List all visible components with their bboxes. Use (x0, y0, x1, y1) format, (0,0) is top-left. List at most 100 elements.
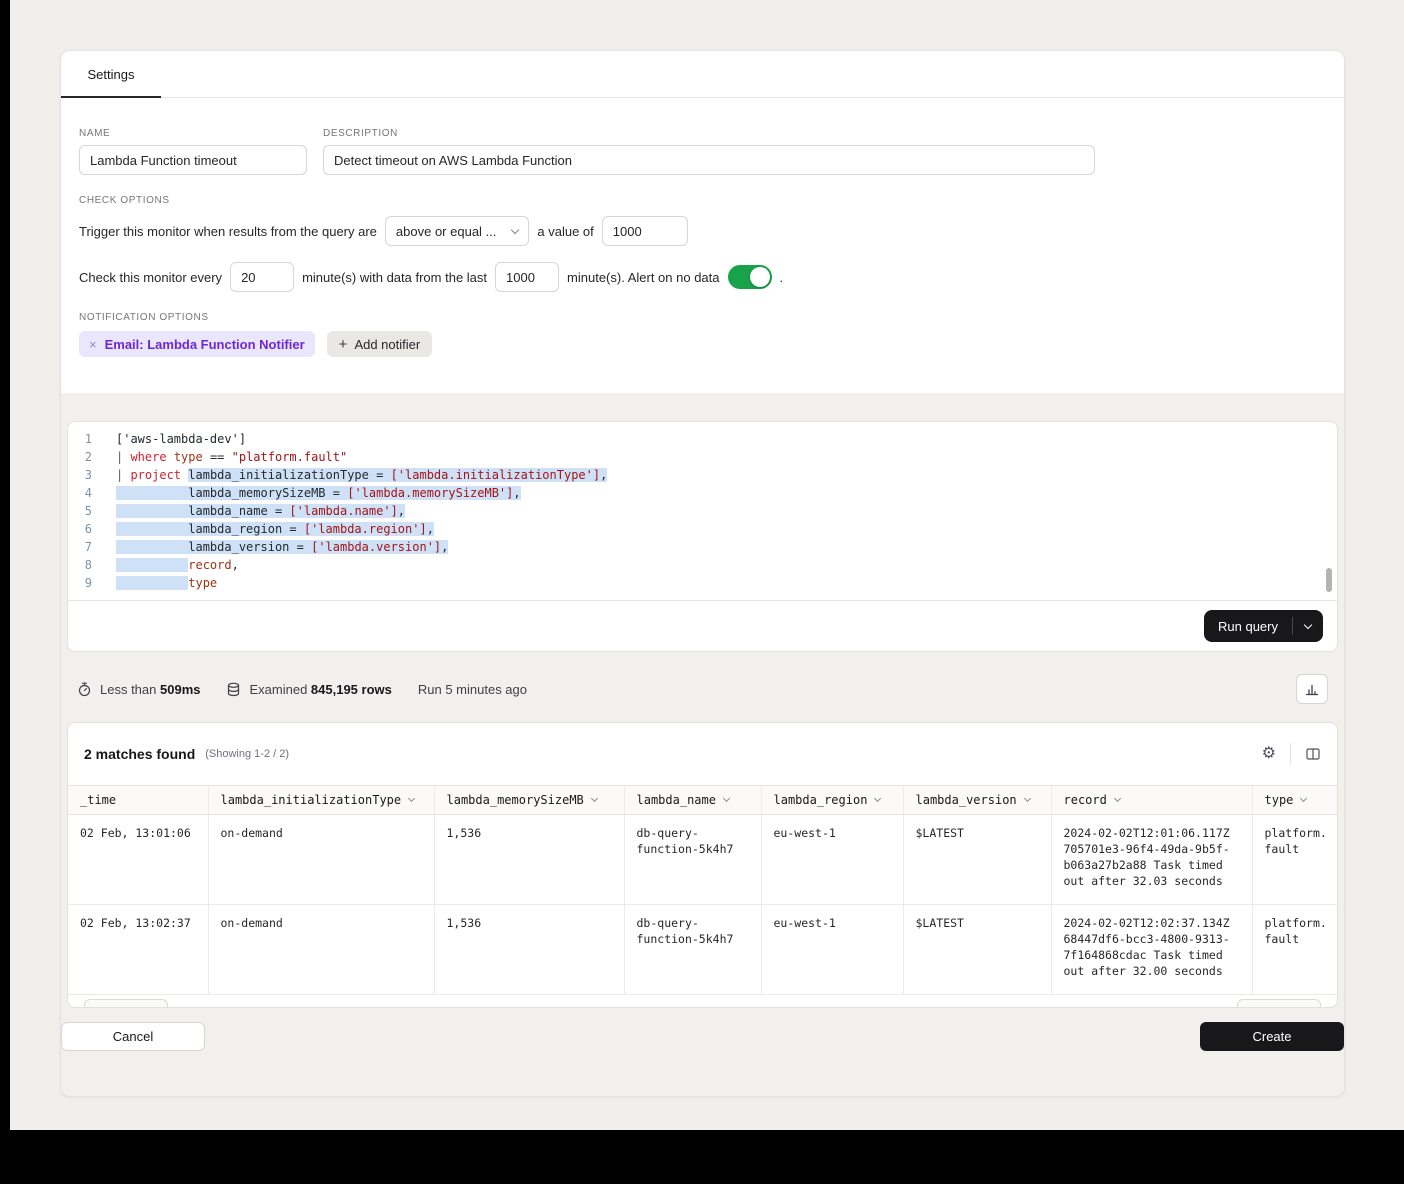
check-text-1: Check this monitor every (79, 270, 222, 285)
query-editor[interactable]: 1['aws-lambda-dev']2 | where type == "pla… (68, 422, 1337, 600)
table-cell: $LATEST (903, 815, 1051, 905)
line-number: 6 (68, 520, 92, 538)
results-card: 2 matches found (Showing 1-2 / 2) ⚙ (67, 722, 1338, 1008)
examined-text: Examined 845,195 rows (249, 682, 391, 697)
latency-stat: Less than 509ms (77, 682, 200, 697)
column-header-lambda_region[interactable]: lambda_region (761, 786, 903, 815)
database-icon (226, 682, 241, 697)
table-cell: 02 Feb, 13:02:37 (68, 905, 208, 995)
chevron-down-icon (591, 795, 598, 802)
code-line[interactable]: 8 record, (68, 556, 1337, 574)
add-notifier-button[interactable]: + Add notifier (327, 331, 433, 357)
table-columns-icon[interactable] (1305, 746, 1321, 762)
table-row[interactable]: 02 Feb, 13:01:06on-demand1,536db-query-f… (68, 815, 1338, 905)
code-text: lambda_version = ['lambda.version'], (116, 538, 1337, 556)
notification-options-label: NOTIFICATION OPTIONS (79, 312, 1326, 323)
toggle-knob (750, 267, 770, 287)
code-text: record, (116, 556, 1337, 574)
column-header-type[interactable]: type (1252, 786, 1338, 815)
query-section: 1['aws-lambda-dev']2 | where type == "pla… (61, 393, 1344, 1096)
examined-value: 845,195 rows (311, 682, 392, 697)
comparison-select[interactable]: above or equal ... (385, 216, 529, 246)
column-label: lambda_region (774, 793, 868, 807)
code-text: lambda_memorySizeMB = ['lambda.memorySiz… (116, 484, 1337, 502)
check-text-3: minute(s). Alert on no data (567, 270, 719, 285)
create-button[interactable]: Create (1200, 1022, 1344, 1051)
table-cell: $LATEST (903, 905, 1051, 995)
notifier-chip-label: Email: Lambda Function Notifier (105, 337, 305, 352)
code-line[interactable]: 4 lambda_memorySizeMB = ['lambda.memoryS… (68, 484, 1337, 502)
tab-settings[interactable]: Settings (61, 51, 161, 97)
cancel-button[interactable]: Cancel (61, 1022, 205, 1051)
code-line[interactable]: 9 type (68, 574, 1337, 592)
settings-form: NAME DESCRIPTION CHECK OPTIONS Trigger t… (61, 98, 1344, 393)
divider (1290, 743, 1291, 765)
stopwatch-icon (77, 682, 92, 697)
editor-footer: Run query (68, 600, 1337, 651)
code-line[interactable]: 3| project lambda_initializationType = [… (68, 466, 1337, 484)
add-notifier-label: Add notifier (354, 337, 420, 352)
column-header-lambda_memorySizeMB[interactable]: lambda_memorySizeMB (434, 786, 624, 815)
table-cell: on-demand (208, 905, 434, 995)
threshold-input[interactable] (602, 216, 688, 246)
editor-scrollbar-thumb[interactable] (1326, 568, 1332, 592)
table-cell: platform.fault (1252, 815, 1338, 905)
interval-input[interactable] (230, 262, 294, 292)
monitor-editor-card: Settings NAME DESCRIPTION CHECK OPTIONS … (60, 50, 1345, 1097)
code-line[interactable]: 1['aws-lambda-dev'] (68, 430, 1337, 448)
chart-view-button[interactable] (1296, 674, 1328, 704)
table-cell: eu-west-1 (761, 905, 903, 995)
showing-range: (Showing 1-2 / 2) (205, 748, 289, 760)
chevron-down-icon (1024, 795, 1031, 802)
results-table-body: 02 Feb, 13:01:06on-demand1,536db-query-f… (68, 815, 1338, 995)
trigger-text-1: Trigger this monitor when results from t… (79, 224, 377, 239)
code-text: ['aws-lambda-dev'] (116, 430, 1337, 448)
examined-stat: Examined 845,195 rows (226, 682, 391, 697)
last-run-text: Run 5 minutes ago (418, 682, 527, 697)
check-text-2: minute(s) with data from the last (302, 270, 487, 285)
trigger-text-2: a value of (537, 224, 593, 239)
tab-settings-label: Settings (88, 67, 135, 82)
chevron-down-icon (723, 795, 730, 802)
matches-count: 2 matches found (84, 746, 195, 762)
run-query-button[interactable]: Run query (1204, 610, 1323, 642)
range-input[interactable] (495, 262, 559, 292)
results-table-header: _timelambda_initializationTypelambda_mem… (68, 786, 1338, 815)
code-lines: 1['aws-lambda-dev']2 | where type == "pla… (68, 430, 1337, 592)
code-line[interactable]: 7 lambda_version = ['lambda.version'], (68, 538, 1337, 556)
line-number: 2 (68, 448, 92, 466)
alert-no-data-toggle[interactable] (728, 265, 772, 289)
code-text: | where type == "platform.fault" (116, 448, 1337, 466)
results-header: 2 matches found (Showing 1-2 / 2) ⚙ (68, 723, 1337, 785)
column-header-lambda_version[interactable]: lambda_version (903, 786, 1051, 815)
table-cell: 2024-02-02T12:02:37.134Z 68447df6-bcc3-4… (1051, 905, 1252, 995)
code-text: lambda_name = ['lambda.name'], (116, 502, 1337, 520)
latency-text: Less than 509ms (100, 682, 200, 697)
tab-bar: Settings (61, 51, 1344, 98)
remove-notifier-icon[interactable]: × (89, 337, 97, 352)
results-table: _timelambda_initializationTypelambda_mem… (68, 785, 1338, 995)
column-header-_time[interactable]: _time (68, 786, 208, 815)
notifier-chip[interactable]: × Email: Lambda Function Notifier (79, 331, 315, 357)
column-header-record[interactable]: record (1051, 786, 1252, 815)
run-query-dropdown-chevron[interactable] (1293, 610, 1323, 642)
code-line[interactable]: 5 lambda_name = ['lambda.name'], (68, 502, 1337, 520)
run-query-label: Run query (1204, 610, 1292, 642)
column-header-lambda_name[interactable]: lambda_name (624, 786, 761, 815)
code-text: | project lambda_initializationType = ['… (116, 466, 1337, 484)
check-options-label: CHECK OPTIONS (79, 195, 1326, 206)
chevron-down-icon (1304, 620, 1312, 628)
pagination-next-button[interactable] (1237, 999, 1321, 1007)
code-line[interactable]: 6 lambda_region = ['lambda.region'], (68, 520, 1337, 538)
table-row[interactable]: 02 Feb, 13:02:37on-demand1,536db-query-f… (68, 905, 1338, 995)
description-input[interactable] (323, 145, 1095, 175)
gear-icon[interactable]: ⚙ (1262, 746, 1276, 762)
column-header-lambda_initializationType[interactable]: lambda_initializationType (208, 786, 434, 815)
name-input[interactable] (79, 145, 307, 175)
column-label: record (1064, 793, 1107, 807)
chevron-down-icon (511, 225, 519, 233)
code-line[interactable]: 2 | where type == "platform.fault" (68, 448, 1337, 466)
table-cell: db-query-function-5k4h7 (624, 815, 761, 905)
pagination-previous-button[interactable] (84, 999, 168, 1007)
table-cell: 2024-02-02T12:01:06.117Z 705701e3-96f4-4… (1051, 815, 1252, 905)
